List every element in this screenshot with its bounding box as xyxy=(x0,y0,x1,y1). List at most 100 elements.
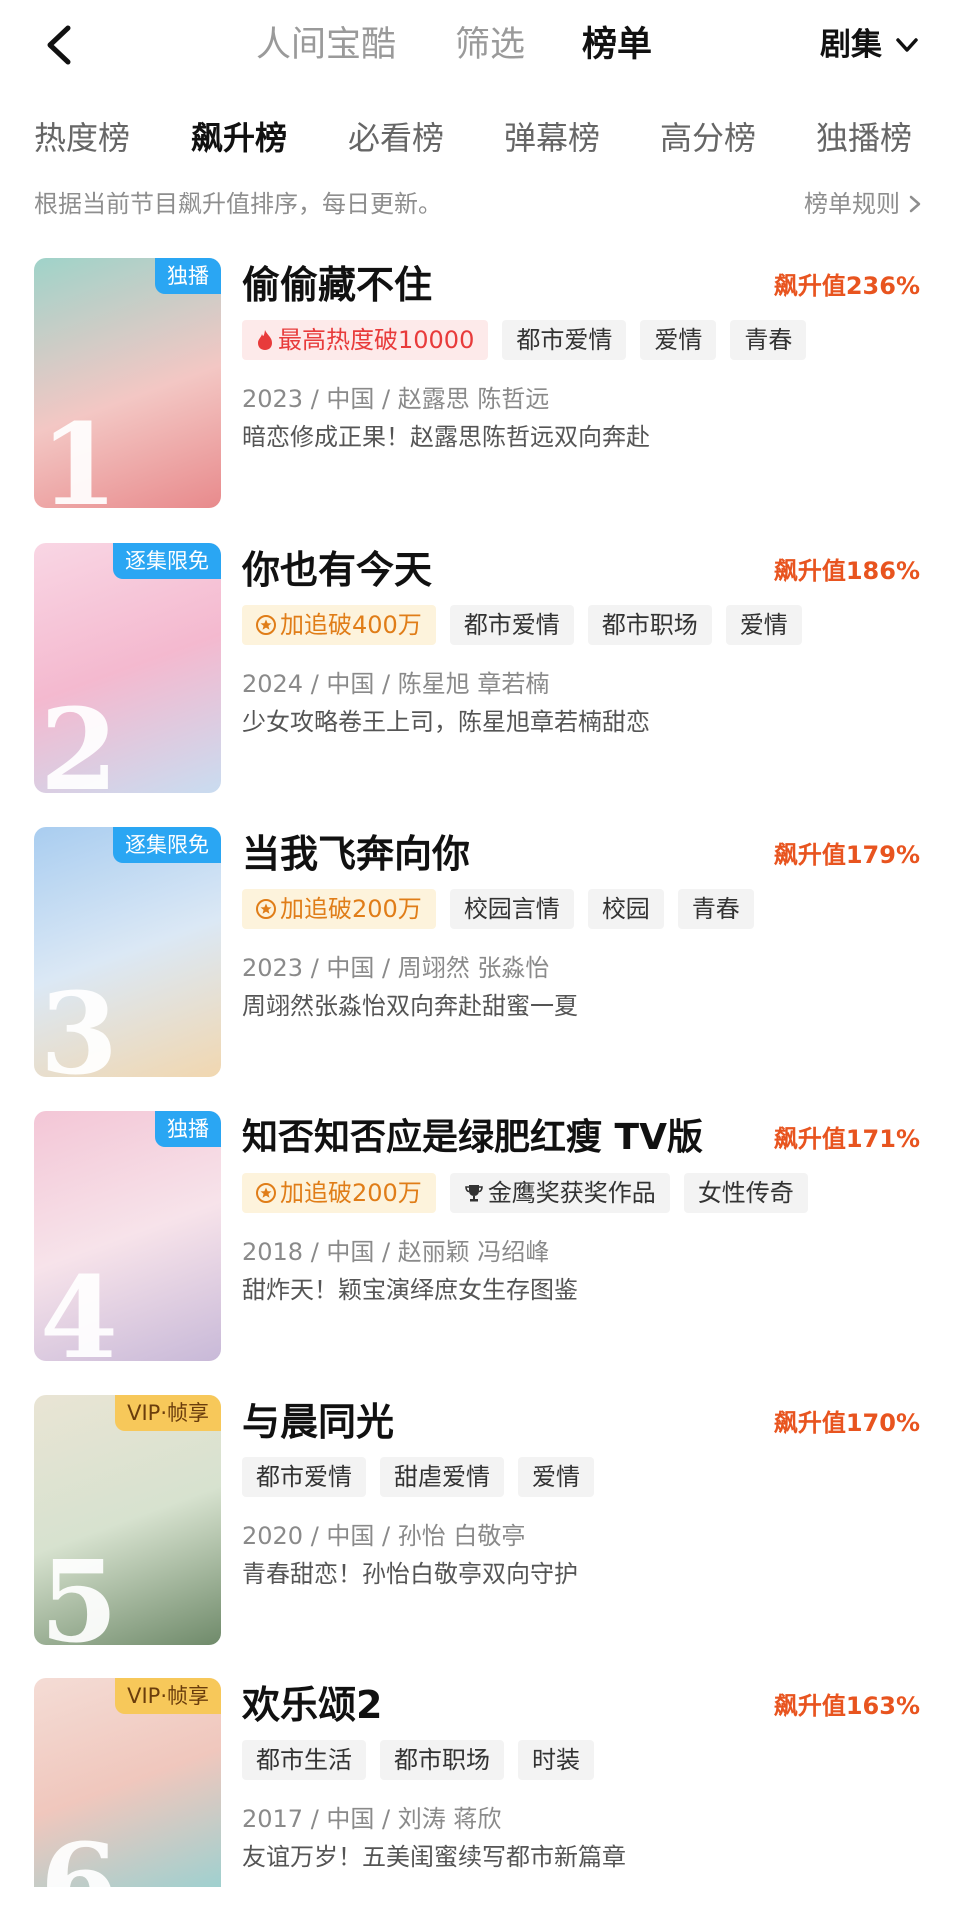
ranking-item[interactable]: 6 VIP·帧享 欢乐颂2 飙升值163% 都市生活 都市职场 时装 2017 … xyxy=(0,1678,960,1928)
show-meta: 2020 / 中国 / 孙怡 白敬亭 xyxy=(242,1522,526,1550)
vip-badge: VIP·帧享 xyxy=(115,1395,221,1431)
rise-score: 飙升值170% xyxy=(773,1409,920,1437)
genre-tag[interactable]: 青春 xyxy=(730,320,807,360)
show-title[interactable]: 欢乐颂2 xyxy=(242,1680,382,1730)
chevron-right-icon xyxy=(908,194,922,214)
tag-label: 最高热度破10000 xyxy=(278,326,475,354)
poster-image[interactable]: 6 VIP·帧享 xyxy=(34,1678,221,1887)
show-summary: 少女攻略卷王上司，陈星旭章若楠甜恋 xyxy=(242,708,650,736)
tag-list: 最高热度破10000 都市爱情 爱情 青春 xyxy=(242,320,807,360)
back-icon[interactable] xyxy=(40,20,80,70)
ranking-description: 根据当前节目飙升值排序，每日更新。 xyxy=(34,190,442,218)
poster-image[interactable]: 5 VIP·帧享 xyxy=(34,1395,221,1645)
genre-tag[interactable]: 都市职场 xyxy=(587,605,712,645)
show-title[interactable]: 当我飞奔向你 xyxy=(242,829,470,879)
ranking-item[interactable]: 3 逐集限免 当我飞奔向你 飙升值179% 加追破200万 校园言情 校园 青春… xyxy=(0,827,960,1077)
poster-image[interactable]: 3 逐集限免 xyxy=(34,827,221,1077)
trophy-icon xyxy=(464,1183,484,1203)
tag-label: 加追破400万 xyxy=(280,611,422,639)
subtab-2[interactable]: 必看榜 xyxy=(348,108,444,168)
show-summary: 友谊万岁！五美闺蜜续写都市新篇章 xyxy=(242,1843,626,1871)
show-summary: 周翊然张淼怡双向奔赴甜蜜一夏 xyxy=(242,992,578,1020)
rise-score: 飙升值236% xyxy=(773,272,920,300)
tab-top-0[interactable]: 人间宝酷 xyxy=(256,20,396,70)
genre-tag[interactable]: 女性传奇 xyxy=(683,1173,808,1213)
genre-tag[interactable]: 都市爱情 xyxy=(242,1457,366,1497)
genre-tag[interactable]: 爱情 xyxy=(640,320,717,360)
category-dropdown[interactable]: 剧集 xyxy=(820,20,920,70)
show-meta: 2023 / 中国 / 周翊然 张淼怡 xyxy=(242,954,550,982)
show-meta: 2024 / 中国 / 陈星旭 章若楠 xyxy=(242,670,550,698)
show-meta: 2017 / 中国 / 刘涛 蒋欣 xyxy=(242,1805,502,1833)
tab-top-2[interactable]: 榜单 xyxy=(582,20,652,70)
subtab-1[interactable]: 飙升榜 xyxy=(191,108,287,168)
chevron-down-icon xyxy=(894,32,920,58)
tag-list: 都市生活 都市职场 时装 xyxy=(242,1740,594,1780)
rank-number: 2 xyxy=(40,685,118,794)
poster-image[interactable]: 1 独播 xyxy=(34,258,221,508)
subtab-0[interactable]: 热度榜 xyxy=(34,108,130,168)
show-title[interactable]: 与晨同光 xyxy=(242,1397,394,1447)
star-coin-icon xyxy=(256,1183,276,1203)
rise-score: 飙升值171% xyxy=(773,1125,920,1153)
genre-tag[interactable]: 时装 xyxy=(518,1740,594,1780)
exclusive-badge: 独播 xyxy=(155,1111,221,1147)
follow-tag: 加追破400万 xyxy=(242,605,436,645)
follow-tag: 加追破200万 xyxy=(242,1173,436,1213)
rise-score: 飙升值163% xyxy=(773,1692,920,1720)
tab-top-1[interactable]: 筛选 xyxy=(455,20,525,70)
rank-number: 3 xyxy=(40,969,118,1078)
top-bar: 人间宝酷 筛选 榜单 剧集 xyxy=(0,0,960,90)
category-label: 剧集 xyxy=(820,27,882,63)
genre-tag[interactable]: 甜虐爱情 xyxy=(380,1457,504,1497)
show-meta: 2023 / 中国 / 赵露思 陈哲远 xyxy=(242,385,550,413)
tag-list: 加追破200万 校园言情 校园 青春 xyxy=(242,889,754,929)
genre-tag[interactable]: 爱情 xyxy=(725,605,802,645)
show-title[interactable]: 偷偷藏不住 xyxy=(242,260,432,310)
ranking-item[interactable]: 4 独播 知否知否应是绿肥红瘦 TV版 飙升值171% 加追破200万 金鹰奖获… xyxy=(0,1111,960,1361)
subtab-5[interactable]: 独播榜 xyxy=(816,108,912,168)
tag-label: 加追破200万 xyxy=(280,1179,422,1207)
show-title[interactable]: 知否知否应是绿肥红瘦 TV版 xyxy=(242,1113,703,1163)
rank-number: 5 xyxy=(40,1537,118,1646)
ranking-rules-link[interactable]: 榜单规则 xyxy=(804,184,922,224)
show-summary: 暗恋修成正果！赵露思陈哲远双向奔赴 xyxy=(242,423,650,451)
ranking-item[interactable]: 2 逐集限免 你也有今天 飙升值186% 加追破400万 都市爱情 都市职场 爱… xyxy=(0,543,960,793)
rank-number: 6 xyxy=(40,1820,118,1888)
ranking-item[interactable]: 5 VIP·帧享 与晨同光 飙升值170% 都市爱情 甜虐爱情 爱情 2020 … xyxy=(0,1395,960,1645)
genre-tag[interactable]: 校园言情 xyxy=(449,889,574,929)
genre-tag[interactable]: 都市爱情 xyxy=(502,320,627,360)
tag-list: 都市爱情 甜虐爱情 爱情 xyxy=(242,1457,594,1497)
free-episode-badge: 逐集限免 xyxy=(113,543,221,579)
tag-list: 加追破200万 金鹰奖获奖作品 女性传奇 xyxy=(242,1173,808,1213)
star-coin-icon xyxy=(256,615,276,635)
rank-number: 4 xyxy=(40,1253,118,1362)
ranking-rules-label: 榜单规则 xyxy=(804,190,900,218)
rise-score: 飙升值186% xyxy=(773,557,920,585)
free-episode-badge: 逐集限免 xyxy=(113,827,221,863)
tag-label: 加追破200万 xyxy=(280,895,422,923)
ranking-item[interactable]: 1 独播 偷偷藏不住 飙升值236% 最高热度破10000 都市爱情 爱情 青春… xyxy=(0,258,960,508)
rise-score: 飙升值179% xyxy=(773,841,920,869)
genre-tag[interactable]: 青春 xyxy=(677,889,754,929)
genre-tag[interactable]: 都市职场 xyxy=(380,1740,504,1780)
subtab-4[interactable]: 高分榜 xyxy=(660,108,756,168)
tag-list: 加追破400万 都市爱情 都市职场 爱情 xyxy=(242,605,802,645)
award-tag[interactable]: 金鹰奖获奖作品 xyxy=(449,1173,670,1213)
poster-image[interactable]: 2 逐集限免 xyxy=(34,543,221,793)
genre-tag[interactable]: 校园 xyxy=(587,889,664,929)
poster-image[interactable]: 4 独播 xyxy=(34,1111,221,1361)
star-coin-icon xyxy=(256,899,276,919)
show-title[interactable]: 你也有今天 xyxy=(242,545,432,595)
follow-tag: 加追破200万 xyxy=(242,889,436,929)
hot-tag: 最高热度破10000 xyxy=(242,320,489,360)
genre-tag[interactable]: 都市生活 xyxy=(242,1740,366,1780)
genre-tag[interactable]: 爱情 xyxy=(518,1457,594,1497)
subtab-3[interactable]: 弹幕榜 xyxy=(504,108,600,168)
show-summary: 甜炸天！颖宝演绎庶女生存图鉴 xyxy=(242,1276,578,1304)
exclusive-badge: 独播 xyxy=(155,258,221,294)
show-summary: 青春甜恋！孙怡白敬亭双向守护 xyxy=(242,1560,578,1588)
ranking-tabs: 热度榜 飙升榜 必看榜 弹幕榜 高分榜 独播榜 xyxy=(0,108,960,168)
genre-tag[interactable]: 都市爱情 xyxy=(449,605,574,645)
flame-icon xyxy=(256,329,274,351)
